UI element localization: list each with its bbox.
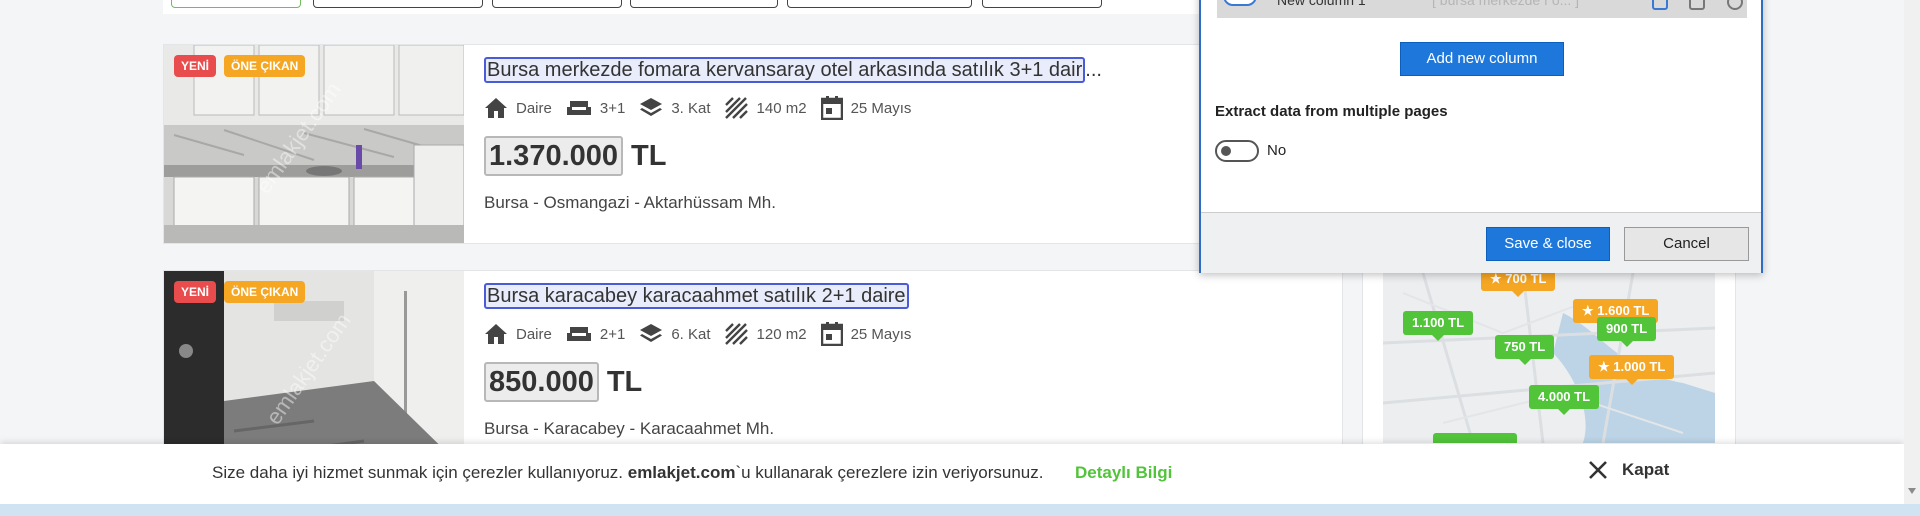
- area-icon: [724, 97, 748, 119]
- layers-icon: [640, 98, 663, 116]
- map-canvas[interactable]: ★ 700 TL ★ 1.600 TL 1.100 TL 900 TL 750 …: [1383, 273, 1715, 443]
- column-name[interactable]: New column 1: [1277, 0, 1366, 8]
- floor-number: 3. Kat: [639, 97, 711, 119]
- star-icon: ★: [1490, 273, 1506, 286]
- filter-bar: [163, 0, 1343, 14]
- price-amount: 1.370.000: [484, 136, 624, 176]
- property-features: Daire 3+1 3. Kat 140 m2 25 Mayıs: [484, 95, 1324, 121]
- dialog-footer: Save & close Cancel: [1201, 212, 1761, 273]
- close-icon: [1589, 461, 1607, 479]
- filter-button[interactable]: [630, 0, 778, 8]
- calendar-icon: [820, 322, 843, 346]
- title-ellipsis: ...: [1085, 59, 1102, 81]
- price-pin[interactable]: 900 TL: [1597, 317, 1657, 347]
- gear-icon[interactable]: [1727, 0, 1743, 10]
- delete-icon[interactable]: [1689, 0, 1705, 10]
- price-pin[interactable]: 4.000 TL: [1529, 385, 1600, 415]
- column-preview: [ bursa merkezde f o... ]: [1432, 0, 1580, 8]
- scroll-down-icon[interactable]: [1908, 488, 1916, 494]
- home-icon: [485, 324, 507, 344]
- column-count-badge: [1223, 0, 1257, 6]
- price-currency: TL: [606, 365, 643, 398]
- room-count: 3+1: [566, 98, 625, 118]
- featured-badge: ÖNE ÇIKAN: [224, 55, 306, 77]
- layers-icon: [640, 324, 663, 342]
- sofa-icon: [566, 101, 591, 115]
- column-row[interactable]: New column 1 [ bursa merkezde f o... ]: [1217, 0, 1747, 18]
- price-pin[interactable]: 750 TL: [1495, 335, 1555, 365]
- add-column-button[interactable]: Add new column: [1400, 42, 1564, 76]
- calendar-icon: [820, 96, 843, 120]
- property-type: Daire: [484, 97, 552, 119]
- listing-location: Bursa - Karacabey - Karacaahmet Mh.: [484, 419, 775, 438]
- extract-multiple-label: Extract data from multiple pages: [1215, 103, 1448, 120]
- listing-title[interactable]: Bursa karacabey karacaahmet satılık 2+1 …: [484, 283, 1324, 309]
- filter-button[interactable]: [492, 0, 622, 8]
- area-size: 140 m2: [724, 97, 807, 119]
- sofa-icon: [566, 327, 591, 341]
- listing-date: 25 Mayıs: [820, 322, 911, 346]
- title-highlight: Bursa karacabey karacaahmet satılık 2+1 …: [484, 283, 909, 309]
- filter-button[interactable]: [171, 0, 301, 8]
- property-type: Daire: [484, 323, 552, 345]
- toggle-value: No: [1267, 142, 1287, 159]
- listing-photo[interactable]: YENİ ÖNE ÇIKAN emlakjet.com: [164, 45, 464, 243]
- save-close-button[interactable]: Save & close: [1486, 227, 1610, 261]
- star-icon: ★: [1582, 303, 1598, 318]
- room-count: 2+1: [566, 324, 625, 344]
- filter-button[interactable]: [313, 0, 483, 8]
- scrollbar[interactable]: [1904, 0, 1920, 504]
- filter-button[interactable]: [787, 0, 972, 8]
- featured-badge: ÖNE ÇIKAN: [224, 281, 306, 303]
- price-currency: TL: [631, 139, 667, 172]
- filter-button[interactable]: [982, 0, 1102, 8]
- cookie-close-button[interactable]: Kapat: [1588, 460, 1669, 480]
- area-size: 120 m2: [724, 323, 807, 345]
- listing-price: 1.370.000 TL: [484, 135, 1324, 177]
- price-pin[interactable]: ★ 1.000 TL: [1589, 355, 1675, 385]
- listing-card[interactable]: YENİ ÖNE ÇIKAN emlakjet.com Bursa merkez…: [163, 44, 1343, 244]
- cookie-message: Size daha iyi hizmet sunmak için çerezle…: [212, 463, 1044, 482]
- price-pin[interactable]: [1433, 433, 1517, 443]
- listing-date: 25 Mayıs: [820, 96, 911, 120]
- price-pin[interactable]: 1.100 TL: [1403, 311, 1474, 341]
- cookie-banner: Size daha iyi hizmet sunmak için çerezle…: [0, 444, 1904, 504]
- property-features: Daire 2+1 6. Kat 120 m2 25 Mayıs: [484, 321, 1324, 347]
- extract-dialog: New column 1 [ bursa merkezde f o... ] A…: [1199, 0, 1763, 273]
- cancel-button[interactable]: Cancel: [1624, 227, 1749, 261]
- title-highlight: Bursa merkezde fomara kervansaray otel a…: [484, 57, 1086, 83]
- listing-location: Bursa - Osmangazi - Aktarhüssam Mh.: [484, 193, 776, 212]
- listing-price: 850.000 TL: [484, 361, 1324, 403]
- listing-card[interactable]: YENİ ÖNE ÇIKAN emlakjet.com Bursa karaca…: [163, 270, 1343, 470]
- taskbar-edge: [0, 504, 1920, 516]
- price-pin[interactable]: ★ 700 TL: [1481, 273, 1556, 297]
- star-icon: ★: [1598, 359, 1614, 374]
- floor-number: 6. Kat: [639, 323, 711, 345]
- price-amount: 850.000: [484, 362, 599, 402]
- column-settings-icon[interactable]: [1652, 0, 1668, 10]
- new-badge: YENİ: [174, 55, 217, 77]
- map-widget[interactable]: ★ 700 TL ★ 1.600 TL 1.100 TL 900 TL 750 …: [1362, 272, 1736, 452]
- listing-photo[interactable]: YENİ ÖNE ÇIKAN emlakjet.com: [164, 271, 464, 469]
- cookie-details-link[interactable]: Detaylı Bilgi: [1075, 463, 1172, 483]
- home-icon: [485, 98, 507, 118]
- listing-title[interactable]: Bursa merkezde fomara kervansaray otel a…: [484, 57, 1324, 83]
- extract-multiple-toggle[interactable]: [1215, 140, 1259, 162]
- area-icon: [724, 323, 748, 345]
- new-badge: YENİ: [174, 281, 217, 303]
